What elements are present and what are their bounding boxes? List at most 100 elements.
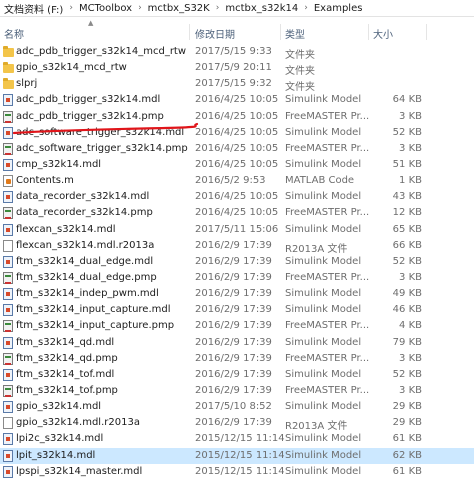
file-row[interactable]: ftm_s32k14_indep_pwm.mdl 2016/2/9 17:39 Si… [0, 286, 474, 302]
column-divider[interactable] [368, 24, 369, 40]
file-size: 52 KB [392, 255, 422, 267]
file-name: ftm_s32k14_dual_edge.pmp [16, 271, 157, 283]
file-date: 2016/2/9 17:39 [195, 239, 272, 251]
file-date: 2016/2/9 17:39 [195, 368, 272, 380]
file-name: adc_pdb_trigger_s32k14.mdl [16, 94, 161, 106]
file-row[interactable]: gpio_s32k14.mdl 2017/5/10 8:52 Simulink Mo… [0, 399, 474, 415]
file-size: 29 KB [392, 417, 422, 429]
file-type: Simulink Model [285, 126, 362, 138]
file-type: FreeMASTER Pr... [285, 110, 370, 122]
file-size: 46 KB [392, 304, 422, 316]
file-row[interactable]: ftm_s32k14_input_capture.pmp 2016/2/9 17:… [0, 318, 474, 334]
simulink-model-icon [3, 94, 13, 107]
file-row[interactable]: ftm_s32k14_dual_edge.mdl 2016/2/9 17:39 Si… [0, 254, 474, 270]
file-row[interactable]: flexcan_s32k14.mdl.r2013a 2016/2/9 17:39 R… [0, 238, 474, 255]
column-header-size[interactable]: 大小 [373, 26, 393, 41]
file-size: 3 KB [399, 384, 422, 396]
file-type: Simulink Model [285, 368, 362, 380]
file-type: Simulink Model [285, 336, 362, 348]
file-row[interactable]: lpit_s32k14.mdl 2015/12/15 11:14 Simulink … [0, 447, 474, 464]
file-row[interactable]: ftm_s32k14_dual_edge.pmp 2016/2/9 17:39 Fr… [0, 270, 474, 286]
file-row[interactable]: slprj 2017/5/15 9:32 文件夹 [0, 76, 474, 93]
breadcrumb-label: mctbx_S32K [147, 2, 210, 14]
file-row[interactable]: ftm_s32k14_qd.pmp 2016/2/9 17:39 FreeMASTE… [0, 351, 474, 367]
file-row[interactable]: flexcan_s32k14.mdl 2017/5/11 15:06 Simulin… [0, 222, 474, 238]
file-row[interactable]: adc_pdb_trigger_s32k14_mcd_rtw 2017/5/15 … [0, 44, 474, 61]
column-header-type[interactable]: 类型 [285, 26, 305, 41]
folder-icon [3, 46, 14, 57]
breadcrumb-label: mctbx_s32k14 [225, 2, 299, 14]
file-row[interactable]: adc_software_trigger_s32k14.pmp 2016/4/25… [0, 141, 474, 157]
freemaster-project-icon [3, 352, 13, 365]
file-size: 1 KB [399, 175, 422, 187]
file-name: data_recorder_s32k14.mdl [16, 191, 150, 203]
file-row[interactable]: lpspi_s32k14_master.mdl 2015/12/15 11:14 S… [0, 464, 474, 480]
file-type: FreeMASTER Pr... [285, 142, 370, 154]
file-size: 3 KB [399, 352, 422, 364]
breadcrumb-segment[interactable]: 文档资料 (F:) [4, 1, 63, 16]
file-type: Simulink Model [285, 255, 362, 267]
file-row[interactable]: ftm_s32k14_input_capture.mdl 2016/2/9 17:… [0, 302, 474, 318]
chevron-right-icon[interactable]: › [69, 3, 73, 13]
breadcrumb-segment[interactable]: › Examples [298, 3, 362, 14]
file-date: 2015/12/15 11:14 [195, 465, 285, 477]
file-name: Contents.m [16, 175, 74, 187]
file-type: Simulink Model [285, 158, 362, 170]
file-row[interactable]: Contents.m 2016/5/2 9:53 MATLAB Code 1 KB [0, 173, 474, 189]
breadcrumb: 文档资料 (F:) › MCToolbox › mctbx_S32K › mctbx_s32… [0, 0, 474, 17]
breadcrumb-segment[interactable]: › MCToolbox [63, 3, 132, 14]
file-date: 2016/4/25 10:05 [195, 110, 279, 122]
file-row[interactable]: ftm_s32k14_qd.mdl 2016/2/9 17:39 Simulink … [0, 335, 474, 351]
column-divider[interactable] [280, 24, 281, 40]
file-name: ftm_s32k14_input_capture.mdl [16, 304, 171, 316]
file-name: gpio_s32k14.mdl [16, 401, 102, 413]
file-name: ftm_s32k14_dual_edge.mdl [16, 255, 154, 267]
file-size: 43 KB [392, 191, 422, 203]
file-row[interactable]: gpio_s32k14.mdl.r2013a 2016/2/9 17:39 R201… [0, 415, 474, 432]
matlab-code-icon [3, 175, 13, 188]
file-row[interactable]: lpi2c_s32k14.mdl 2015/12/15 11:14 Simulink… [0, 431, 474, 447]
file-name: slprj [16, 78, 38, 90]
breadcrumb-segment[interactable]: › mctbx_s32k14 [210, 3, 299, 14]
generic-file-icon [3, 417, 13, 430]
column-divider[interactable] [426, 24, 427, 40]
file-name: data_recorder_s32k14.pmp [16, 207, 153, 219]
file-date: 2015/12/15 11:14 [195, 433, 285, 445]
simulink-model-icon [3, 401, 13, 414]
file-date: 2016/2/9 17:39 [195, 320, 272, 332]
breadcrumb-label: MCToolbox [78, 2, 133, 14]
freemaster-project-icon [3, 320, 13, 333]
file-row[interactable]: adc_pdb_trigger_s32k14.pmp 2016/4/25 10:0… [0, 109, 474, 125]
chevron-right-icon[interactable]: › [138, 3, 142, 13]
file-type: MATLAB Code [285, 175, 355, 187]
file-date: 2016/4/25 10:05 [195, 191, 279, 203]
freemaster-project-icon [3, 271, 13, 284]
file-date: 2016/2/9 17:39 [195, 384, 272, 396]
file-name: adc_software_trigger_s32k14.mdl [16, 126, 185, 138]
file-date: 2016/4/25 10:05 [195, 158, 279, 170]
column-divider[interactable] [189, 24, 190, 40]
file-name: lpit_s32k14.mdl [16, 449, 96, 461]
breadcrumb-label: Examples [313, 2, 363, 14]
column-header-name[interactable]: 名称 [4, 26, 24, 41]
file-name: adc_pdb_trigger_s32k14_mcd_rtw [16, 46, 187, 57]
file-row[interactable]: adc_software_trigger_s32k14.mdl 2016/4/25… [0, 125, 474, 141]
column-header-date[interactable]: 修改日期 [195, 26, 235, 41]
file-size: 62 KB [392, 449, 422, 461]
file-name: flexcan_s32k14.mdl.r2013a [16, 239, 155, 251]
chevron-right-icon[interactable]: › [216, 3, 220, 13]
file-size: 79 KB [392, 336, 422, 348]
file-type: FreeMASTER Pr... [285, 271, 370, 283]
file-row[interactable]: cmp_s32k14.mdl 2016/4/25 10:05 Simulink Mo… [0, 157, 474, 173]
file-row[interactable]: ftm_s32k14_tof.pmp 2016/2/9 17:39 FreeMAST… [0, 383, 474, 399]
breadcrumb-segment[interactable]: › mctbx_S32K [132, 3, 210, 14]
simulink-model-icon [3, 158, 13, 171]
file-type: Simulink Model [285, 449, 362, 461]
file-row[interactable]: data_recorder_s32k14.pmp 2016/4/25 10:05 F… [0, 205, 474, 221]
file-row[interactable]: adc_pdb_trigger_s32k14.mdl 2016/4/25 10:0… [0, 92, 474, 108]
file-row[interactable]: gpio_s32k14_mcd_rtw 2017/5/9 20:11 文件夹 [0, 60, 474, 77]
file-row[interactable]: data_recorder_s32k14.mdl 2016/4/25 10:05 S… [0, 189, 474, 205]
file-date: 2015/12/15 11:14 [195, 449, 285, 461]
file-row[interactable]: ftm_s32k14_tof.mdl 2016/2/9 17:39 Simulink… [0, 367, 474, 383]
chevron-right-icon[interactable]: › [304, 3, 308, 13]
